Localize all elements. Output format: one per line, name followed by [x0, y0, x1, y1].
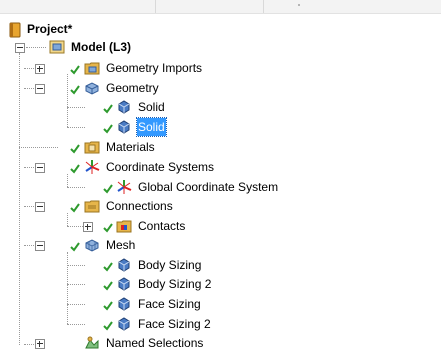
tree-item-label: Face Sizing	[138, 297, 201, 311]
check-icon	[103, 223, 113, 233]
collapse-toggle[interactable]	[35, 163, 45, 173]
tree-item-label: Coordinate Systems	[106, 160, 215, 174]
project-book-icon	[9, 22, 21, 38]
tree-item-face-sizing[interactable]: Face Sizing	[0, 295, 220, 313]
check-icon	[103, 124, 113, 134]
tree-item-label: Solid	[138, 100, 165, 114]
tree-item-label: Geometry	[106, 81, 159, 95]
check-icon	[70, 85, 80, 95]
geometry-imports-folder-icon	[84, 62, 100, 75]
tree-item-global-coordinate-system[interactable]: Global Coordinate System	[0, 178, 300, 196]
tree-item-label: Body Sizing	[138, 258, 202, 272]
tree-item-label: Contacts	[138, 219, 186, 233]
tree-item-solid[interactable]: Solid	[0, 98, 200, 116]
tree-item-body-sizing-2[interactable]: Body Sizing 2	[0, 275, 220, 293]
check-icon	[103, 281, 113, 291]
tree-item-face-sizing-2[interactable]: Face Sizing 2	[0, 315, 220, 333]
tree-item-label: Solid	[136, 117, 167, 137]
check-icon	[70, 242, 80, 252]
check-icon	[70, 164, 80, 174]
outline-tree: Project* Model (L3) Geometry Imports Geo…	[0, 0, 441, 352]
tree-item-label: Connections	[106, 199, 173, 213]
sizing-icon	[118, 277, 130, 291]
solid-body-icon	[118, 120, 130, 134]
coordinate-system-icon	[117, 180, 132, 194]
coordinate-systems-icon	[85, 160, 100, 174]
tree-item-label: Face Sizing 2	[138, 317, 211, 331]
geometry-icon	[85, 82, 99, 95]
tree-item-materials[interactable]: Materials	[0, 138, 200, 156]
check-icon	[70, 203, 80, 213]
check-icon	[103, 321, 113, 331]
tree-item-label: Materials	[106, 140, 155, 154]
tree-item-named-selections[interactable]: Named Selections	[0, 334, 240, 352]
tree-item-label: Model (L3)	[71, 40, 131, 54]
connections-folder-icon	[84, 200, 100, 213]
sizing-icon	[118, 317, 130, 331]
tree-item-body-sizing[interactable]: Body Sizing	[0, 256, 220, 274]
check-icon	[103, 301, 113, 311]
check-icon	[70, 65, 80, 75]
mesh-icon	[85, 239, 99, 252]
tree-item-mesh[interactable]: Mesh	[0, 236, 200, 254]
tree-item-label: Global Coordinate System	[138, 180, 279, 194]
tree-item-contacts[interactable]: Contacts	[0, 217, 200, 235]
collapse-toggle[interactable]	[15, 43, 25, 53]
expand-toggle[interactable]	[35, 64, 45, 74]
collapse-toggle[interactable]	[35, 202, 45, 212]
sizing-icon	[118, 258, 130, 272]
tree-item-label: Mesh	[106, 238, 136, 252]
tree-item-connections[interactable]: Connections	[0, 197, 200, 215]
tree-item-geometry-imports[interactable]: Geometry Imports	[0, 59, 240, 77]
tree-item-geometry[interactable]: Geometry	[0, 79, 200, 97]
tree-item-label: Geometry Imports	[106, 61, 203, 75]
contacts-folder-icon	[116, 220, 132, 233]
sizing-icon	[118, 297, 130, 311]
check-icon	[103, 104, 113, 114]
model-icon	[49, 40, 65, 54]
collapse-toggle[interactable]	[35, 241, 45, 251]
expand-toggle[interactable]	[35, 339, 45, 349]
tree-item-solid-selected[interactable]: Solid	[0, 117, 200, 137]
tree-item-label: Body Sizing 2	[138, 277, 212, 291]
materials-folder-icon	[84, 141, 100, 154]
tree-item-model[interactable]: Model (L3)	[0, 38, 200, 56]
tree-item-coordinate-systems[interactable]: Coordinate Systems	[0, 158, 240, 176]
solid-body-icon	[118, 100, 130, 114]
check-icon	[103, 184, 113, 194]
check-icon	[70, 144, 80, 154]
tree-item-project[interactable]: Project*	[0, 20, 200, 38]
check-icon	[103, 262, 113, 272]
tree-item-label: Project*	[27, 22, 73, 36]
collapse-toggle[interactable]	[35, 84, 45, 94]
tree-item-label: Named Selections	[106, 336, 204, 350]
expand-toggle[interactable]	[83, 222, 93, 232]
